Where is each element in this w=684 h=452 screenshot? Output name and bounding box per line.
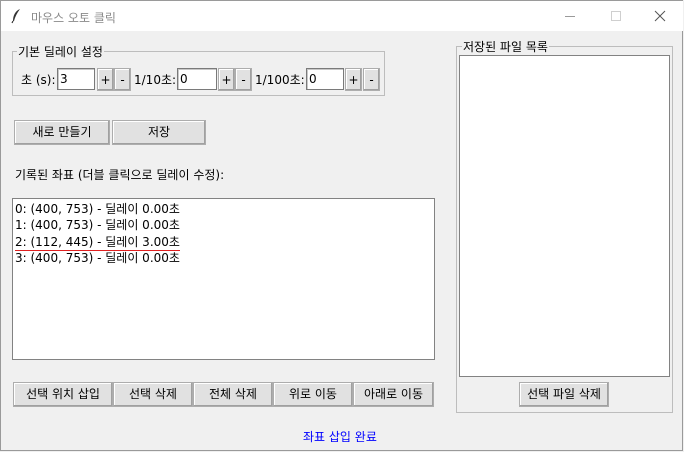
tenth-minus-button[interactable]: - [235,68,252,91]
coords-label: 기록된 좌표 (더블 클릭으로 딜레이 수정): [15,168,225,182]
delay-settings-title: 기본 딜레이 설정 [17,43,104,60]
list-item[interactable]: 0: (400, 753) - 딜레이 0.00초 [15,200,180,217]
save-button[interactable]: 저장 [112,120,206,145]
move-up-button[interactable]: 위로 이동 [273,382,353,407]
minimize-icon [565,16,575,17]
delete-selected-button[interactable]: 선택 삭제 [113,382,193,407]
delete-all-button[interactable]: 전체 삭제 [193,382,273,407]
seconds-minus-button[interactable]: - [114,68,131,91]
hundredth-input[interactable]: 0 [306,68,344,90]
maximize-icon [611,11,621,21]
minimize-button[interactable] [547,1,593,31]
saved-files-listbox[interactable] [459,55,670,377]
title-bar[interactable]: 마우스 오토 클릭 [1,1,683,31]
close-button[interactable] [637,1,683,31]
list-item[interactable]: 3: (400, 753) - 딜레이 0.00초 [15,249,180,266]
coords-listbox[interactable]: 0: (400, 753) - 딜레이 0.00초 1: (400, 753) … [12,198,435,360]
hundredth-minus-button[interactable]: - [363,68,380,91]
hundredth-plus-button[interactable]: + [345,68,362,91]
hundredth-label: 1/100초: [255,73,305,87]
seconds-label: 초 (s): [21,73,56,87]
close-icon [654,10,666,22]
window-title: 마우스 오토 클릭 [31,11,116,25]
insert-at-selection-button[interactable]: 선택 위치 삽입 [13,382,113,407]
seconds-input[interactable]: 3 [57,68,95,90]
new-button[interactable]: 새로 만들기 [14,120,110,145]
tenth-label: 1/10초: [134,73,177,87]
maximize-button[interactable] [593,1,639,31]
saved-files-title: 저장된 파일 목록 [462,38,549,55]
status-text: 좌표 삽입 완료 [303,430,377,444]
main-window: 마우스 오토 클릭 기본 딜레이 설정 초 (s): 3 + - 1/10초: … [0,0,683,451]
move-down-button[interactable]: 아래로 이동 [353,382,434,407]
tenth-plus-button[interactable]: + [218,68,235,91]
list-item[interactable]: 1: (400, 753) - 딜레이 0.00초 [15,216,180,233]
feather-icon [11,9,20,24]
seconds-plus-button[interactable]: + [97,68,114,91]
tenth-input[interactable]: 0 [177,68,217,90]
delete-file-button[interactable]: 선택 파일 삭제 [519,382,609,407]
